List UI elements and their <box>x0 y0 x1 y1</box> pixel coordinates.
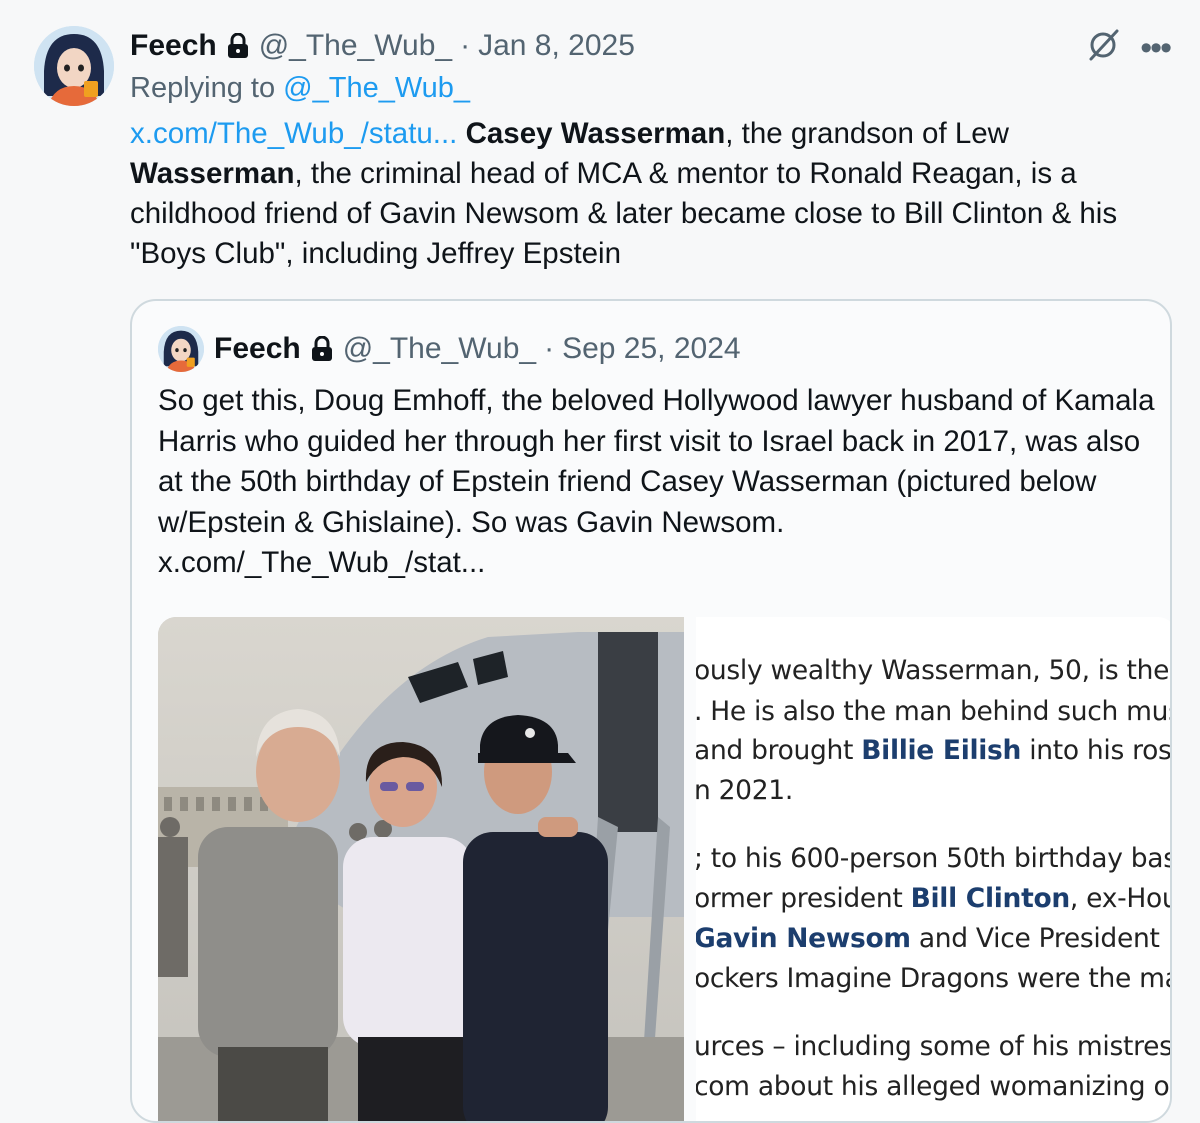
quote-author-handle[interactable]: @_The_Wub_ <box>343 332 536 366</box>
replying-handle-link[interactable]: @_The_Wub_ <box>283 72 470 104</box>
media-photo[interactable] <box>158 617 684 1121</box>
separator-dot: · <box>544 332 555 365</box>
media-article-screenshot[interactable]: ously wealthy Wasserman, 50, is the c . … <box>696 617 1172 1121</box>
article-line: . He is also the man behind such mus <box>696 696 1172 727</box>
tweet-text-part-1: , the grandson of Lew <box>725 117 1009 150</box>
article-line: com about his alleged womanizing ov <box>696 1071 1172 1102</box>
tweet-header: Feech @_The_Wub_ · Jan 8, 2025 <box>130 26 635 66</box>
grok-icon[interactable] <box>1086 28 1120 67</box>
replying-to: Replying to @_The_Wub_ <box>130 72 470 105</box>
author-handle[interactable]: @_The_Wub_ <box>259 29 452 63</box>
article-line: ockers Imagine Dragons were the ma <box>696 963 1172 994</box>
article-line: and brought Billie Eilish into his roste <box>696 735 1172 766</box>
article-line: ; to his 600-person 50th birthday bas <box>696 843 1172 874</box>
tweet-actions: ••• <box>1086 28 1172 67</box>
quote-avatar[interactable] <box>158 326 204 372</box>
quote-date[interactable]: Sep 25, 2024 <box>562 332 741 366</box>
quote-text: So get this, Doug Emhoff, the beloved Ho… <box>158 381 1158 584</box>
avatar[interactable] <box>34 26 114 106</box>
tweet: Feech @_The_Wub_ · Jan 8, 2025 ••• Reply… <box>0 0 1200 1123</box>
post-date[interactable]: Jan 8, 2025 <box>478 29 635 63</box>
author-name[interactable]: Feech <box>130 29 217 63</box>
replying-prefix: Replying to <box>130 72 276 104</box>
quote-author-name[interactable]: Feech <box>214 332 301 366</box>
article-line: Gavin Newsom and Vice President K <box>696 923 1172 954</box>
more-icon[interactable]: ••• <box>1140 31 1172 65</box>
quote-header: Feech @_The_Wub_ · Sep 25, 2024 <box>158 326 741 372</box>
status-link[interactable]: x.com/The_Wub_/statu... <box>130 117 457 150</box>
article-line: ormer president Bill Clinton, ex-Hous <box>696 883 1170 914</box>
article-line: ously wealthy Wasserman, 50, is the c <box>696 655 1172 686</box>
quoted-tweet[interactable]: Feech @_The_Wub_ · Sep 25, 2024 So get t… <box>130 299 1172 1123</box>
bold-name-2: Wasserman <box>130 157 295 190</box>
tweet-text: x.com/The_Wub_/statu... Casey Wasserman,… <box>130 114 1175 274</box>
quote-status-link[interactable]: x.com/_The_Wub_/stat... <box>158 546 485 579</box>
lock-icon <box>227 32 249 59</box>
quote-text-body: So get this, Doug Emhoff, the beloved Ho… <box>158 384 1155 539</box>
article-line: n 2021. <box>696 775 793 806</box>
article-line: urces – including some of his mistress <box>696 1031 1172 1062</box>
separator-dot: · <box>460 29 471 62</box>
lock-icon <box>311 335 333 362</box>
bold-name-1: Casey Wasserman <box>465 117 726 150</box>
